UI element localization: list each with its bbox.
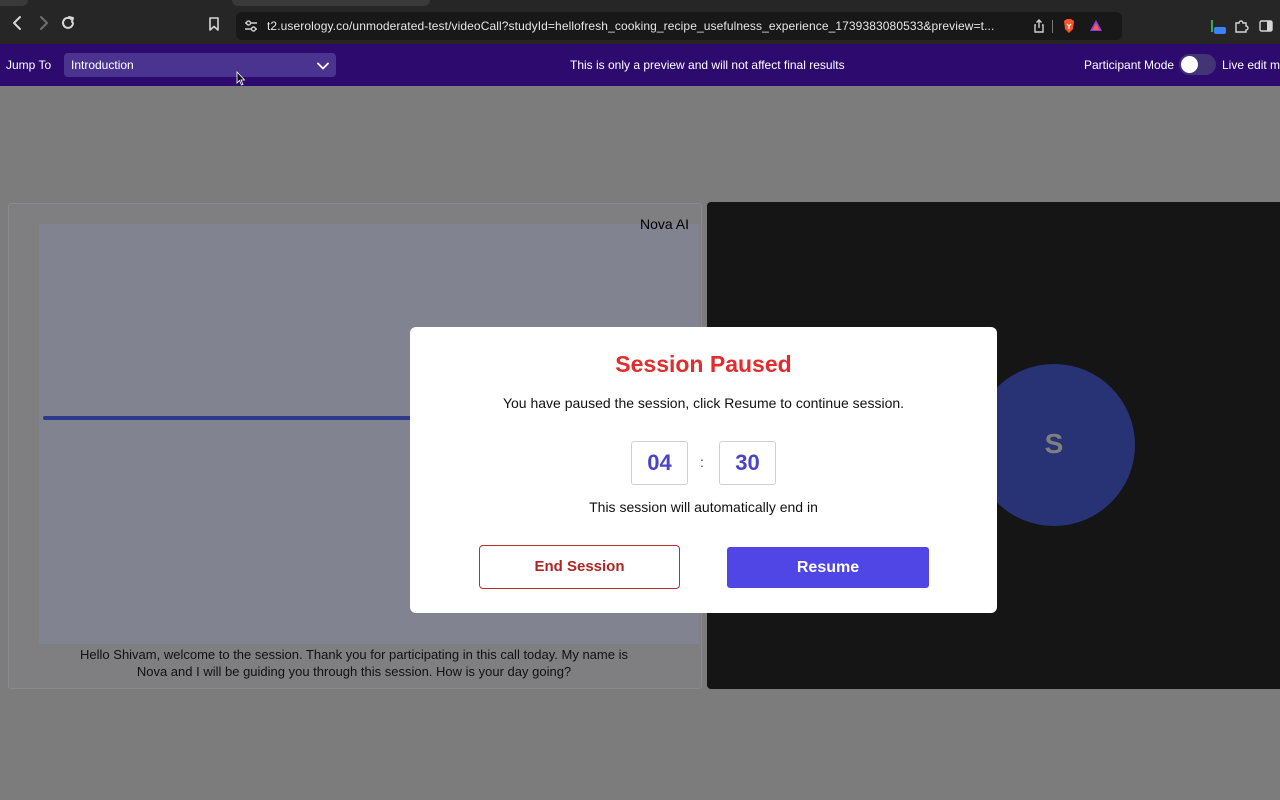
timer-seconds: 30 <box>719 441 776 485</box>
ai-name-label: Nova AI <box>639 216 689 232</box>
cursor-icon <box>236 70 246 86</box>
live-edit-label[interactable]: Live edit m <box>1222 58 1280 72</box>
chevron-down-icon <box>317 60 329 70</box>
tab[interactable] <box>0 0 28 6</box>
sidebar-icon[interactable] <box>1258 18 1274 34</box>
modal-title: Session Paused <box>615 351 792 377</box>
end-session-button[interactable]: End Session <box>479 545 680 589</box>
participant-mode-toggle[interactable] <box>1179 54 1216 75</box>
reload-icon[interactable] <box>59 14 77 32</box>
jump-to-select[interactable]: Introduction <box>64 53 336 77</box>
preview-bar: Jump To Introduction This is only a prev… <box>0 44 1280 86</box>
resume-button[interactable]: Resume <box>727 547 929 588</box>
bookmark-icon[interactable] <box>207 16 221 32</box>
avatar-letter: S <box>1044 428 1064 459</box>
timer-minutes: 04 <box>631 441 688 485</box>
ai-voice-waveform <box>43 416 423 420</box>
timer-separator: : <box>700 454 704 470</box>
puzzle-icon[interactable] <box>1233 18 1249 34</box>
session-paused-modal: Session Paused You have paused the sessi… <box>410 327 997 613</box>
preview-notice: This is only a preview and will not affe… <box>570 58 845 72</box>
avatar: S <box>973 364 1135 526</box>
site-settings-icon[interactable] <box>244 19 258 33</box>
jump-to-selected-value: Introduction <box>71 58 134 72</box>
participant-mode-label: Participant Mode <box>1084 58 1175 72</box>
modal-description: You have paused the session, click Resum… <box>502 395 905 411</box>
brave-rewards-icon[interactable] <box>1089 19 1103 33</box>
address-bar[interactable]: t2.userology.co/unmoderated-test/videoCa… <box>236 12 1122 40</box>
forward-icon[interactable] <box>34 14 52 32</box>
auto-end-text: This session will automatically end in <box>589 499 818 515</box>
tab[interactable] <box>232 0 430 6</box>
jump-to-label: Jump To <box>6 58 52 72</box>
caption-line: Hello Shivam, welcome to the session. Th… <box>80 647 628 662</box>
back-icon[interactable] <box>9 14 27 32</box>
extension-icon[interactable] <box>1209 18 1226 34</box>
browser-toolbar: t2.userology.co/unmoderated-test/videoCa… <box>0 0 1280 44</box>
brave-shield-icon[interactable] <box>1062 18 1076 34</box>
divider <box>1052 20 1053 33</box>
caption-line: Nova and I will be guiding you through t… <box>136 664 572 679</box>
url-text[interactable]: t2.userology.co/unmoderated-test/videoCa… <box>267 19 994 33</box>
share-icon[interactable] <box>1032 19 1046 33</box>
ai-caption: Hello Shivam, welcome to the session. Th… <box>39 646 669 680</box>
toggle-knob <box>1181 56 1198 73</box>
